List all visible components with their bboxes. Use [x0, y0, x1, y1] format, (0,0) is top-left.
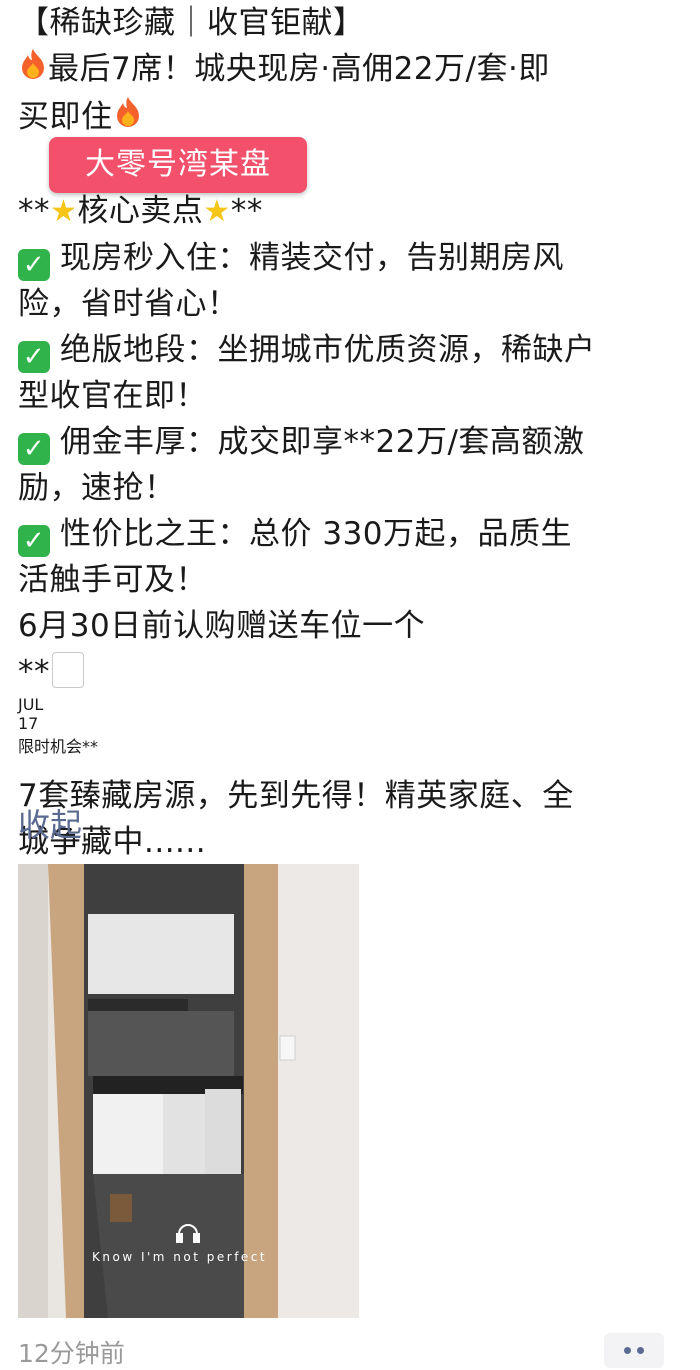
- bullet-2-line2: 型收官在即！: [18, 378, 207, 414]
- post-title: 【稀缺珍藏｜收官钜献】: [18, 5, 365, 41]
- post-photo[interactable]: Know I'm not perfect: [18, 864, 359, 1318]
- bullet-3-line1: ✓ 佣金丰厚：成交即享**22万/套高额激: [18, 419, 690, 465]
- bullet-1-line2: 险，省时省心！: [18, 286, 239, 322]
- fire-icon: [18, 47, 48, 94]
- closing-line-1: 7套臻藏房源，先到先得！精英家庭、全: [18, 778, 574, 814]
- limited-time-line: **: [18, 649, 690, 695]
- check-mark-icon: ✓: [18, 249, 50, 281]
- hot-line-text: 最后7席！城央现房·高佣22万/套·即: [48, 51, 550, 87]
- project-name-label: 大零号湾某盘: [49, 137, 307, 193]
- hot-line-continued: 买即住: [18, 94, 690, 142]
- parking-offer: 6月30日前认购赠送车位一个: [18, 608, 426, 644]
- fire-icon: [113, 95, 143, 142]
- hot-line-text-2: 买即住: [18, 99, 113, 135]
- bullet-4-line1: ✓ 性价比之王：总价 330万起，品质生: [18, 511, 690, 557]
- photo-caption: Know I'm not perfect: [92, 1250, 268, 1264]
- star-icon: ★: [203, 194, 231, 229]
- check-mark-icon: ✓: [18, 341, 50, 373]
- more-dots-icon[interactable]: [604, 1333, 664, 1368]
- star-icon: ★: [50, 194, 78, 229]
- hot-line: 最后7席！城央现房·高佣22万/套·即: [18, 46, 690, 94]
- post-timestamp: 12分钟前: [18, 1339, 125, 1368]
- selling-points-header: **★核心卖点★**: [18, 193, 263, 229]
- bullet-4-line2: 活触手可及！: [18, 562, 207, 598]
- check-mark-icon: ✓: [18, 433, 50, 465]
- bullet-2-line1: ✓ 绝版地段：坐拥城市优质资源，稀缺户: [18, 327, 690, 373]
- check-mark-icon: ✓: [18, 525, 50, 557]
- bullet-3-line2: 励，速抢！: [18, 470, 176, 506]
- closing-line-2: 城争藏中......: [18, 824, 207, 860]
- collapse-link[interactable]: 收起: [18, 800, 82, 846]
- calendar-icon: [52, 652, 84, 688]
- bullet-1-line1: ✓ 现房秒入住：精装交付，告别期房风: [18, 235, 690, 281]
- post-text: 【稀缺珍藏｜收官钜献】 最后7席！城央现房·高佣22万/套·即 买即住 **★核…: [18, 0, 690, 865]
